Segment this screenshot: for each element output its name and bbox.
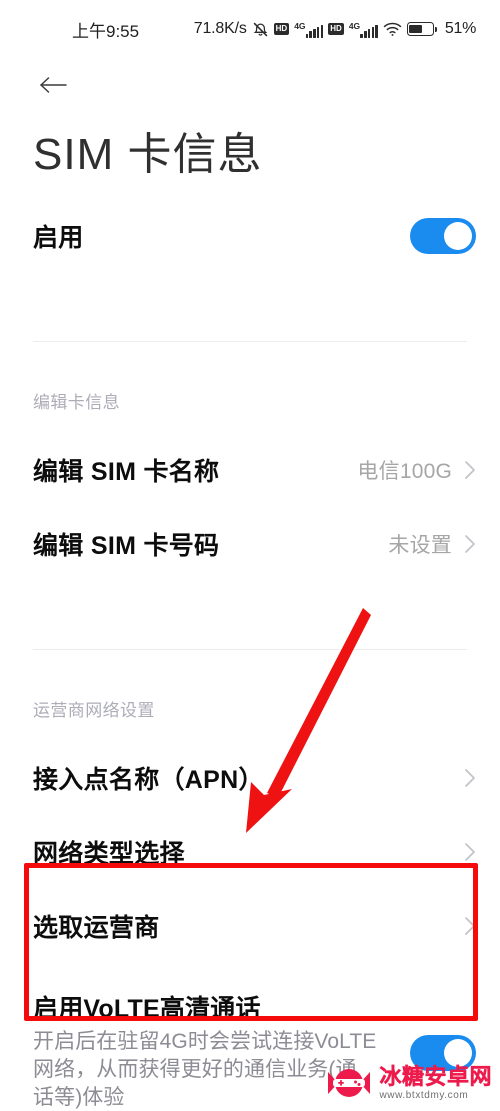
status-icons-group: 71.8K/s HD 4G HD 4G 51% [194, 20, 476, 38]
chevron-right-icon [464, 916, 476, 936]
toggle-knob [444, 222, 472, 250]
network-type-label-sim1: 4G [294, 20, 306, 31]
row-apn-control [464, 768, 476, 788]
status-clock: 上午9:55 [72, 21, 140, 41]
row-edit-sim-number-value: 未设置 [388, 534, 452, 557]
signal-indicator-sim2: 4G [349, 21, 378, 38]
row-enable-volte-title: 启用VoLTE高清通话 [33, 994, 261, 1023]
mute-bell-icon [252, 21, 269, 38]
row-apn-label: 接入点名称（APN） [33, 766, 264, 794]
network-speed-indicator: 71.8K/s [193, 20, 247, 37]
row-network-type-control [464, 842, 476, 862]
row-network-type[interactable]: 网络类型选择 [0, 821, 500, 883]
row-enable-volte-description: 开启后在驻留4G时会尝试连接VoLTE网络，从而获得更好的通信业务(通话等)体验 [33, 1030, 377, 1109]
section-header-card-info: 编辑卡信息 [33, 393, 120, 412]
row-edit-sim-name-label: 编辑 SIM 卡名称 [33, 458, 220, 486]
network-type-label-sim2: 4G [348, 20, 361, 31]
row-enable-sim[interactable]: 启用 [0, 205, 500, 267]
row-edit-sim-number-label: 编辑 SIM 卡号码 [33, 532, 220, 560]
section-header-carrier-network: 运营商网络设置 [33, 701, 155, 720]
signal-bars-sim1 [305, 24, 324, 38]
signal-bars-sim2 [360, 24, 378, 38]
wifi-icon [383, 21, 402, 37]
page-title: SIM 卡信息 [33, 130, 263, 179]
row-select-carrier-control [464, 916, 476, 936]
row-edit-sim-name-value: 电信100G [357, 460, 452, 483]
chevron-right-icon [464, 534, 476, 554]
hd-badge-sim1: HD [273, 23, 290, 35]
row-enable-sim-control [410, 218, 476, 254]
chevron-right-icon [464, 842, 476, 862]
row-enable-volte-texts: 启用VoLTE高清通话 开启后在驻留4G时会尝试连接VoLTE网络，从而获得更好… [33, 995, 377, 1111]
row-select-carrier[interactable]: 选取运营商 [0, 895, 500, 957]
phone-screen: 上午9:55 71.8K/s HD 4G HD 4G 51% SIM 卡信息 启… [0, 0, 500, 1111]
chevron-right-icon [464, 460, 476, 480]
battery-percent-label: 51% [444, 20, 476, 37]
row-network-type-label: 网络类型选择 [33, 840, 185, 868]
row-apn[interactable]: 接入点名称（APN） [0, 747, 500, 809]
row-edit-sim-number[interactable]: 编辑 SIM 卡号码 未设置 [0, 513, 500, 575]
enable-sim-toggle[interactable] [410, 218, 476, 254]
chevron-right-icon [464, 768, 476, 788]
candy-gamepad-logo-icon [326, 1063, 372, 1103]
row-enable-sim-label: 启用 [33, 224, 84, 252]
signal-indicator-sim1: 4G [294, 20, 324, 38]
watermark-site-name: 冰糖安卓网 [379, 1063, 492, 1089]
back-arrow-icon [38, 74, 68, 96]
back-button[interactable] [26, 62, 80, 108]
battery-icon [406, 22, 437, 36]
hd-badge-sim2: HD [328, 23, 344, 35]
row-edit-sim-number-control: 未设置 [388, 529, 476, 559]
status-bar: 上午9:55 71.8K/s HD 4G HD 4G 51% [0, 0, 500, 58]
row-edit-sim-name[interactable]: 编辑 SIM 卡名称 电信100G [0, 439, 500, 501]
settings-list: 启用 编辑卡信息 编辑 SIM 卡名称 电信100G 编辑 SIM 卡号码 未设… [0, 205, 500, 1111]
watermark-text: 冰糖安卓网 www.btxtdmy.com [379, 1063, 492, 1101]
row-edit-sim-name-control: 电信100G [357, 455, 476, 485]
watermark-site-url: www.btxtdmy.com [379, 1089, 469, 1101]
row-select-carrier-label: 选取运营商 [33, 914, 160, 942]
watermark: 冰糖安卓网 www.btxtdmy.com [326, 1063, 492, 1103]
